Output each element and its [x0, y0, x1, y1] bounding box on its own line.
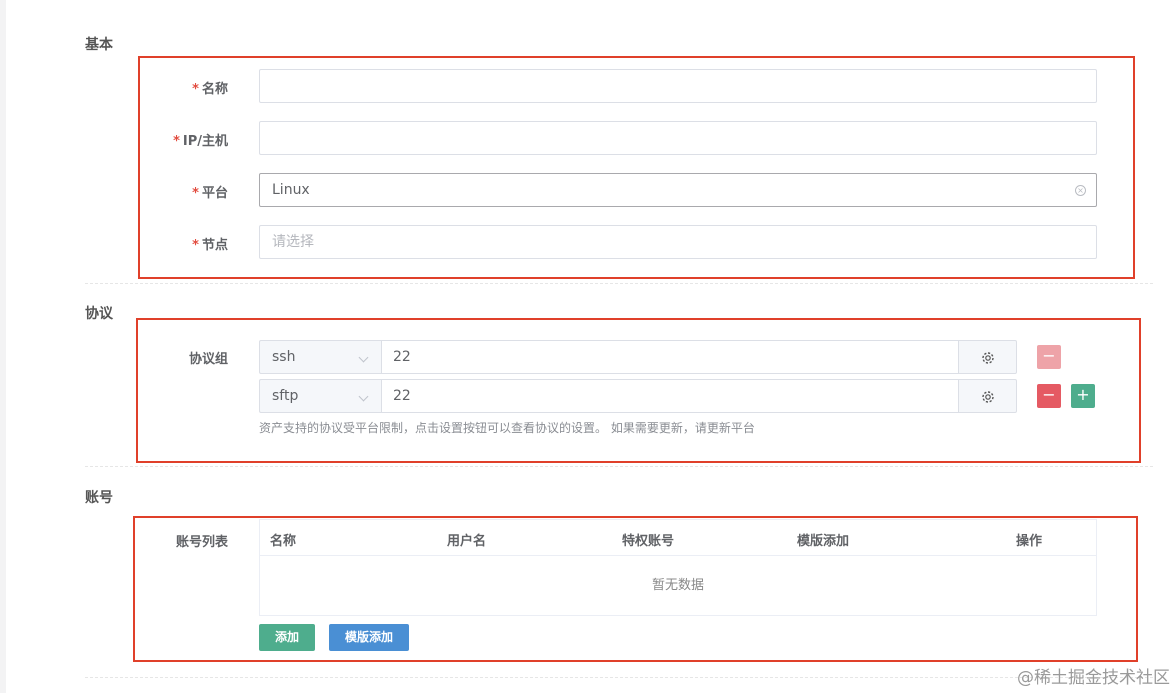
table-empty-text: 暂无数据: [651, 578, 704, 593]
protocol-select-1[interactable]: ssh: [259, 340, 381, 374]
chevron-down-icon: [358, 352, 369, 363]
section-divider: [85, 677, 1153, 678]
section-title-protocol: 协议: [85, 306, 113, 322]
protocol-select-2[interactable]: sftp: [259, 379, 381, 413]
node-label-text: 节点: [201, 238, 228, 253]
column-header-privileged: 特权账号: [622, 534, 675, 549]
required-mark: *: [192, 238, 199, 253]
gear-icon: [982, 391, 994, 403]
protocol-settings-button-1[interactable]: [959, 340, 1017, 374]
add-account-button[interactable]: 添加: [259, 624, 315, 651]
host-label: * IP/主机: [78, 130, 228, 149]
host-label-text: IP/主机: [182, 134, 228, 149]
protocol-select-value: ssh: [272, 349, 296, 365]
add-protocol-button[interactable]: +: [1071, 384, 1095, 408]
protocol-port-input-2[interactable]: 22: [381, 379, 959, 413]
protocol-hint: 资产支持的协议受平台限制，点击设置按钮可以查看协议的设置。 如果需要更新，请更新…: [259, 421, 755, 435]
name-label: * 名称: [78, 78, 228, 97]
chevron-down-icon: [358, 391, 369, 402]
watermark: @稀土掘金技术社区: [1017, 668, 1170, 688]
account-table: 名称 用户名 特权账号 模版添加 操作 暂无数据: [259, 519, 1097, 616]
column-header-actions: 操作: [1016, 534, 1043, 549]
platform-label-text: 平台: [201, 186, 228, 201]
platform-label: * 平台: [78, 182, 228, 201]
section-divider: [85, 466, 1153, 467]
node-label: * 节点: [78, 234, 228, 253]
column-header-name: 名称: [270, 534, 297, 549]
column-header-template: 模版添加: [797, 534, 850, 549]
required-mark: *: [173, 134, 180, 149]
section-divider: [85, 283, 1153, 284]
required-mark: *: [192, 186, 199, 201]
clear-icon[interactable]: ×: [1075, 185, 1086, 196]
section-title-basic: 基本: [85, 37, 113, 53]
remove-protocol-button-2[interactable]: −: [1037, 384, 1061, 408]
host-input[interactable]: [259, 121, 1097, 155]
name-input[interactable]: [259, 69, 1097, 103]
account-list-label: 账号列表: [175, 535, 228, 550]
remove-protocol-button-1[interactable]: −: [1037, 345, 1061, 369]
protocol-group-label: 协议组: [188, 352, 228, 367]
required-mark: *: [192, 82, 199, 97]
platform-select[interactable]: Linux ×: [259, 173, 1097, 207]
section-title-account: 账号: [85, 490, 113, 506]
protocol-settings-button-2[interactable]: [959, 379, 1017, 413]
protocol-select-value: sftp: [272, 388, 299, 404]
node-select[interactable]: 请选择: [259, 225, 1097, 259]
template-add-button[interactable]: 模版添加: [329, 624, 409, 651]
protocol-port-input-1[interactable]: 22: [381, 340, 959, 374]
platform-value: Linux: [272, 182, 310, 198]
left-edge: [0, 0, 6, 693]
node-placeholder: 请选择: [272, 234, 314, 250]
table-header: 名称 用户名 特权账号 模版添加 操作: [260, 520, 1096, 556]
gear-icon: [982, 352, 994, 364]
name-label-text: 名称: [201, 82, 228, 97]
column-header-username: 用户名: [447, 534, 487, 549]
